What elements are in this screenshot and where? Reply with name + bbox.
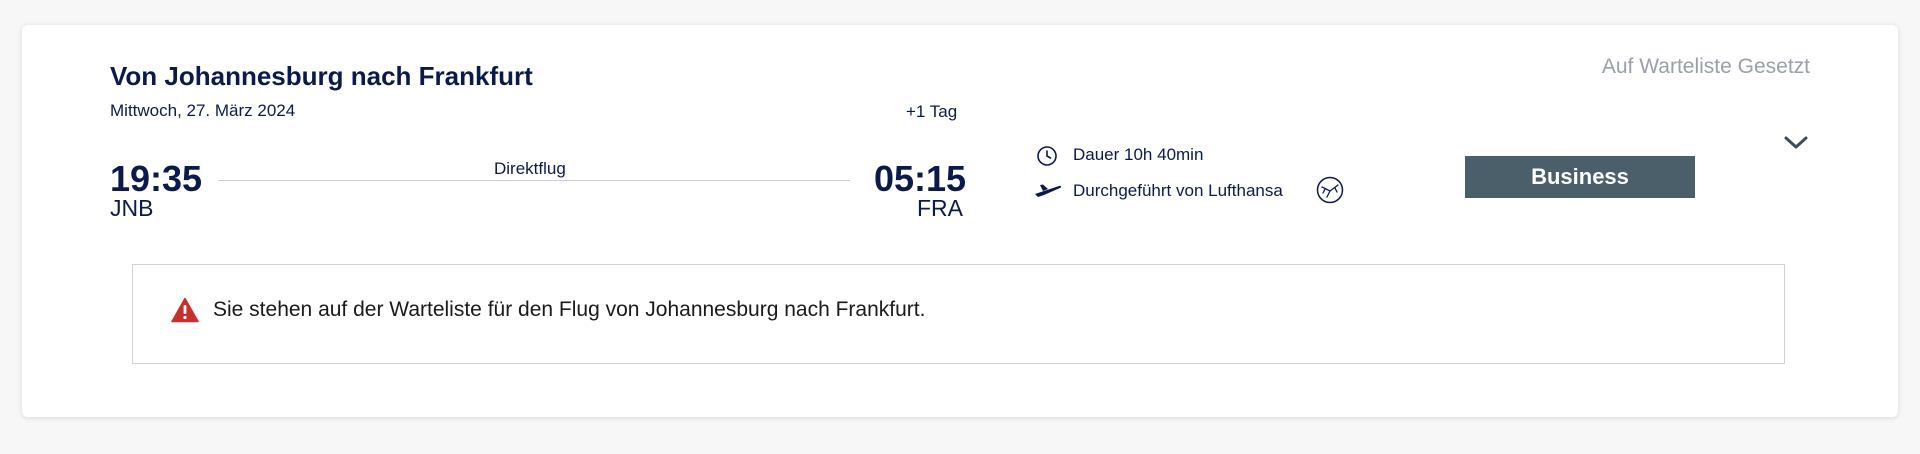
cabin-class-badge: Business [1465, 156, 1695, 198]
departure-time: 19:35 [110, 158, 203, 199]
warning-triangle-icon [171, 297, 199, 323]
waitlist-status: Auf Warteliste Gesetzt [1601, 55, 1810, 78]
flight-card: Von Johannesburg nach Frankfurt Mittwoch… [22, 25, 1898, 417]
waitlist-alert: Sie stehen auf der Warteliste für den Fl… [132, 264, 1785, 364]
airplane-icon [1035, 184, 1062, 197]
arrival-airport-code: FRA [917, 195, 963, 221]
arrival-day-offset: +1 Tag [906, 102, 958, 121]
alert-message: Sie stehen auf der Warteliste für den Fl… [213, 298, 926, 321]
operated-by: Durchgeführt von Lufthansa [1073, 181, 1283, 200]
route-line [218, 180, 850, 181]
clock-icon [1037, 146, 1057, 166]
flight-date: Mittwoch, 27. März 2024 [110, 101, 296, 120]
lufthansa-logo-icon [1316, 176, 1344, 204]
departure-airport-code: JNB [110, 195, 154, 221]
flight-title: Von Johannesburg nach Frankfurt [110, 61, 533, 91]
flight-duration: Dauer 10h 40min [1073, 145, 1204, 164]
route-type-label: Direktflug [494, 159, 566, 178]
chevron-down-icon[interactable] [1782, 133, 1810, 153]
arrival-time: 05:15 [874, 158, 967, 199]
